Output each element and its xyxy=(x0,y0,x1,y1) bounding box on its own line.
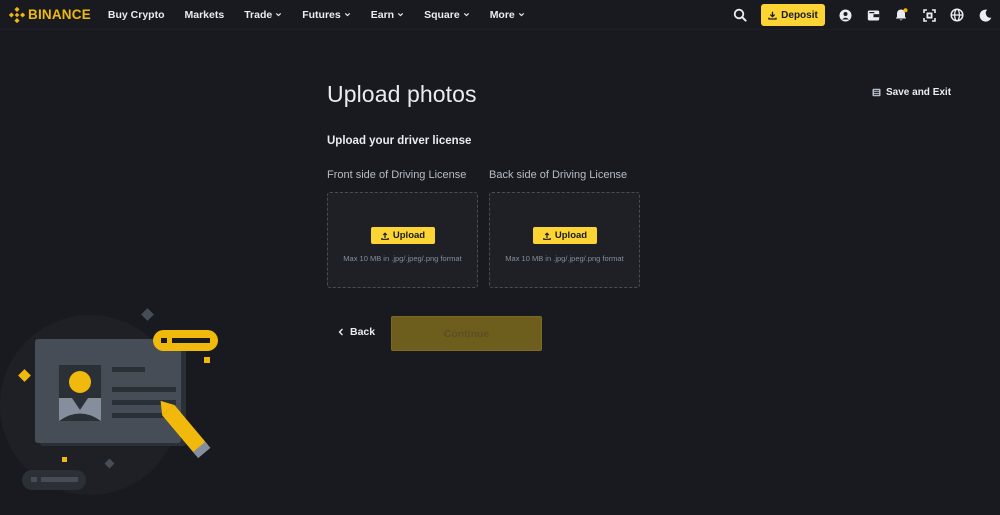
nav-futures[interactable]: Futures xyxy=(302,0,351,30)
chevron-left-icon xyxy=(338,328,343,336)
binance-logo-icon xyxy=(9,6,25,23)
nav-label: Markets xyxy=(184,8,225,21)
nav-markets[interactable]: Markets xyxy=(185,0,225,30)
chevron-down-icon xyxy=(344,13,350,17)
page-title: Upload photos xyxy=(327,81,477,107)
logo-text: BINANCE xyxy=(28,7,91,22)
qr-code-icon[interactable] xyxy=(922,8,936,22)
deposit-button[interactable]: Deposit xyxy=(761,4,825,26)
back-side-label: Back side of Driving License xyxy=(489,169,628,181)
deposit-label: Deposit xyxy=(781,9,818,21)
bell-icon[interactable] xyxy=(894,8,908,22)
id-card-illustration xyxy=(0,308,218,495)
upload-label: Upload xyxy=(392,230,426,241)
upload-hint: Max 10 MB in .jpg/.jpeg/.png format xyxy=(343,254,462,263)
nav-label: More xyxy=(489,8,515,21)
save-and-exit-label: Save and Exit xyxy=(886,87,952,98)
nav-label: Earn xyxy=(370,8,395,21)
continue-button[interactable]: Continue xyxy=(391,316,542,351)
front-upload-button[interactable]: Upload xyxy=(371,227,435,244)
nav-label: Futures xyxy=(302,8,341,21)
chevron-down-icon xyxy=(518,13,524,17)
nav-label: Buy Crypto xyxy=(107,8,165,21)
chevron-down-icon xyxy=(397,13,404,17)
upload-icon xyxy=(381,231,389,240)
front-side-upload-zone[interactable]: Upload Max 10 MB in .jpg/.jpeg/.png form… xyxy=(327,192,478,288)
nav-more[interactable]: More xyxy=(490,0,525,30)
chevron-down-icon xyxy=(276,13,282,17)
upload-icon xyxy=(543,231,551,240)
binance-logo[interactable]: BINANCE xyxy=(9,0,91,30)
save-icon xyxy=(872,88,881,97)
back-side-upload-zone[interactable]: Upload Max 10 MB in .jpg/.jpeg/.png form… xyxy=(489,192,640,288)
nav-buy-crypto[interactable]: Buy Crypto xyxy=(108,0,165,30)
back-upload-button[interactable]: Upload xyxy=(533,227,597,244)
upload-label: Upload xyxy=(554,230,588,241)
download-icon xyxy=(768,11,777,20)
nav-label: Square xyxy=(424,8,460,21)
nav-trade[interactable]: Trade xyxy=(244,0,282,30)
upload-hint: Max 10 MB in .jpg/.jpeg/.png format xyxy=(505,254,624,263)
continue-label: Continue xyxy=(443,327,490,340)
user-icon[interactable] xyxy=(838,8,852,22)
top-navbar: BINANCE Buy Crypto Markets Trade Futures… xyxy=(0,0,1000,30)
nav-square[interactable]: Square xyxy=(424,0,470,30)
search-icon[interactable] xyxy=(733,8,747,22)
main-nav: Buy Crypto Markets Trade Futures Earn Sq… xyxy=(108,0,545,30)
chevron-down-icon xyxy=(463,13,469,17)
section-title: Upload your driver license xyxy=(327,135,472,147)
header-actions: Deposit xyxy=(733,0,1000,30)
globe-icon[interactable] xyxy=(950,8,964,22)
back-label: Back xyxy=(350,326,376,338)
nav-label: Trade xyxy=(244,8,273,21)
back-button[interactable]: Back xyxy=(338,326,375,338)
save-and-exit-button[interactable]: Save and Exit xyxy=(872,87,951,98)
nav-earn[interactable]: Earn xyxy=(371,0,404,30)
front-side-label: Front side of Driving License xyxy=(327,169,467,181)
moon-icon[interactable] xyxy=(978,8,992,22)
wallet-icon[interactable] xyxy=(866,8,880,22)
